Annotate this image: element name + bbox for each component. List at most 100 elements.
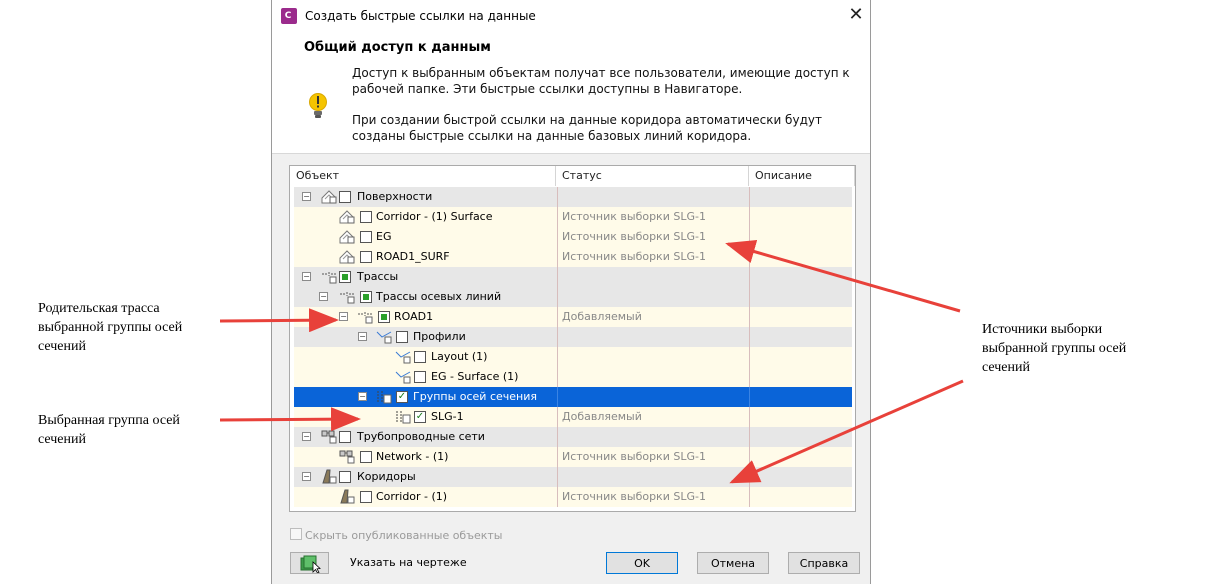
- row-object-label: Поверхности: [357, 190, 433, 203]
- surface-icon: [339, 250, 355, 264]
- profiles-icon: [376, 331, 392, 344]
- tree-row[interactable]: − Трассы осевых линий: [294, 287, 852, 307]
- collapse-toggle-icon[interactable]: −: [302, 272, 311, 281]
- row-checkbox[interactable]: [339, 431, 351, 443]
- row-checkbox[interactable]: [339, 271, 351, 283]
- close-button[interactable]: ✕: [844, 3, 868, 27]
- row-checkbox[interactable]: [339, 471, 351, 483]
- row-description[interactable]: [749, 347, 849, 367]
- row-checkbox[interactable]: [360, 251, 372, 263]
- row-object-label: Трассы осевых линий: [376, 290, 502, 303]
- pick-in-drawing-button[interactable]: [290, 552, 329, 574]
- tree-row[interactable]: ROAD1_SURF Источник выборки SLG-1: [294, 247, 852, 267]
- tree-row[interactable]: Layout (1): [294, 347, 852, 367]
- row-object-label: Трубопроводные сети: [357, 430, 485, 443]
- sample-line-groups-icon: [377, 391, 392, 404]
- collapse-toggle-icon[interactable]: −: [302, 192, 311, 201]
- row-checkbox[interactable]: ✓: [396, 391, 408, 403]
- row-status: Источник выборки SLG-1: [557, 207, 748, 227]
- row-description[interactable]: [749, 247, 849, 267]
- row-status: [557, 267, 748, 287]
- hide-published-checkbox: Скрыть опубликованные объекты: [290, 528, 503, 542]
- tree-row[interactable]: EG - Surface (1): [294, 367, 852, 387]
- tree-row[interactable]: − ✓ Группы осей сечения: [294, 387, 852, 407]
- collapse-toggle-icon[interactable]: −: [302, 432, 311, 441]
- row-status: [557, 367, 748, 387]
- corridors-icon: [322, 469, 337, 484]
- row-status: [557, 467, 748, 487]
- row-object-label: Профили: [413, 330, 466, 343]
- row-checkbox[interactable]: [360, 291, 372, 303]
- tree-row[interactable]: EG Источник выборки SLG-1: [294, 227, 852, 247]
- row-description[interactable]: [749, 267, 849, 287]
- pick-in-drawing-label[interactable]: Указать на чертеже: [350, 556, 467, 569]
- tree-row[interactable]: − Поверхности: [294, 187, 852, 207]
- row-checkbox[interactable]: [378, 311, 390, 323]
- row-status: [557, 427, 748, 447]
- row-object-label: SLG-1: [431, 410, 464, 423]
- row-object-label: Трассы: [357, 270, 399, 283]
- row-checkbox[interactable]: [360, 451, 372, 463]
- tree-row[interactable]: − Трассы: [294, 267, 852, 287]
- tree-row[interactable]: − ROAD1 Добавляемый: [294, 307, 852, 327]
- info-line: Доступ к выбранным объектам получат все …: [352, 66, 850, 80]
- collapse-toggle-icon[interactable]: −: [319, 292, 328, 301]
- ok-button[interactable]: OK: [606, 552, 678, 574]
- info-paragraph-2: При создании быстрой ссылки на данные ко…: [352, 112, 852, 144]
- surface-icon: [339, 230, 355, 244]
- collapse-toggle-icon[interactable]: −: [339, 312, 348, 321]
- row-description[interactable]: [749, 327, 849, 347]
- row-description[interactable]: [749, 207, 849, 227]
- row-checkbox[interactable]: [360, 211, 372, 223]
- cancel-button[interactable]: Отмена: [697, 552, 769, 574]
- tree-row[interactable]: − Профили: [294, 327, 852, 347]
- collapse-toggle-icon[interactable]: −: [358, 392, 367, 401]
- row-description[interactable]: [749, 467, 849, 487]
- row-status: Источник выборки SLG-1: [557, 447, 748, 467]
- objects-tree-table: Объект Статус Описание − Поверхности Corri…: [289, 165, 856, 512]
- row-checkbox[interactable]: [396, 331, 408, 343]
- annotation-line: сечений: [38, 339, 86, 354]
- row-description[interactable]: [749, 367, 849, 387]
- annotation-sample-sources: Источники выборки выбранной группы осей …: [982, 320, 1126, 377]
- row-checkbox[interactable]: [339, 191, 351, 203]
- column-header-status[interactable]: Статус: [556, 166, 749, 186]
- row-checkbox[interactable]: [360, 231, 372, 243]
- row-description[interactable]: [749, 407, 849, 427]
- row-checkbox[interactable]: [360, 491, 372, 503]
- column-header-description[interactable]: Описание: [749, 166, 855, 186]
- row-description[interactable]: [749, 427, 849, 447]
- tree-row[interactable]: Corridor - (1) Surface Источник выборки S…: [294, 207, 852, 227]
- row-description[interactable]: [749, 487, 849, 507]
- row-status: [557, 347, 748, 367]
- hide-published-label: Скрыть опубликованные объекты: [305, 529, 503, 542]
- tree-row[interactable]: − Коридоры: [294, 467, 852, 487]
- row-description[interactable]: [749, 307, 849, 327]
- tree-row[interactable]: − Трубопроводные сети: [294, 427, 852, 447]
- row-status: Источник выборки SLG-1: [557, 227, 748, 247]
- row-checkbox[interactable]: [414, 351, 426, 363]
- row-object-label: Layout (1): [431, 350, 488, 363]
- column-header-object[interactable]: Объект: [290, 166, 556, 186]
- surfaces-icon: [321, 190, 337, 204]
- row-description[interactable]: [749, 227, 849, 247]
- row-description[interactable]: [749, 287, 849, 307]
- tree-row[interactable]: Network - (1) Источник выборки SLG-1: [294, 447, 852, 467]
- row-object-label: EG - Surface (1): [431, 370, 519, 383]
- help-button[interactable]: Справка: [788, 552, 860, 574]
- tree-body: − Поверхности Corridor - (1) Surface Источн…: [290, 187, 855, 511]
- sample-line-group-icon: [396, 411, 411, 424]
- info-line: При создании быстрой ссылки на данные ко…: [352, 113, 822, 127]
- tree-row[interactable]: Corridor - (1) Источник выборки SLG-1: [294, 487, 852, 507]
- row-checkbox[interactable]: [414, 371, 426, 383]
- hide-published-box: [290, 528, 302, 540]
- tree-row[interactable]: ✓ SLG-1 Добавляемый: [294, 407, 852, 427]
- row-description[interactable]: [749, 187, 849, 207]
- collapse-toggle-icon[interactable]: −: [358, 332, 367, 341]
- row-checkbox[interactable]: ✓: [414, 411, 426, 423]
- collapse-toggle-icon[interactable]: −: [302, 472, 311, 481]
- row-description[interactable]: [749, 447, 849, 467]
- header-title: Общий доступ к данным: [304, 40, 491, 55]
- row-description[interactable]: [749, 387, 849, 407]
- pick-cursor-icon: [300, 555, 321, 574]
